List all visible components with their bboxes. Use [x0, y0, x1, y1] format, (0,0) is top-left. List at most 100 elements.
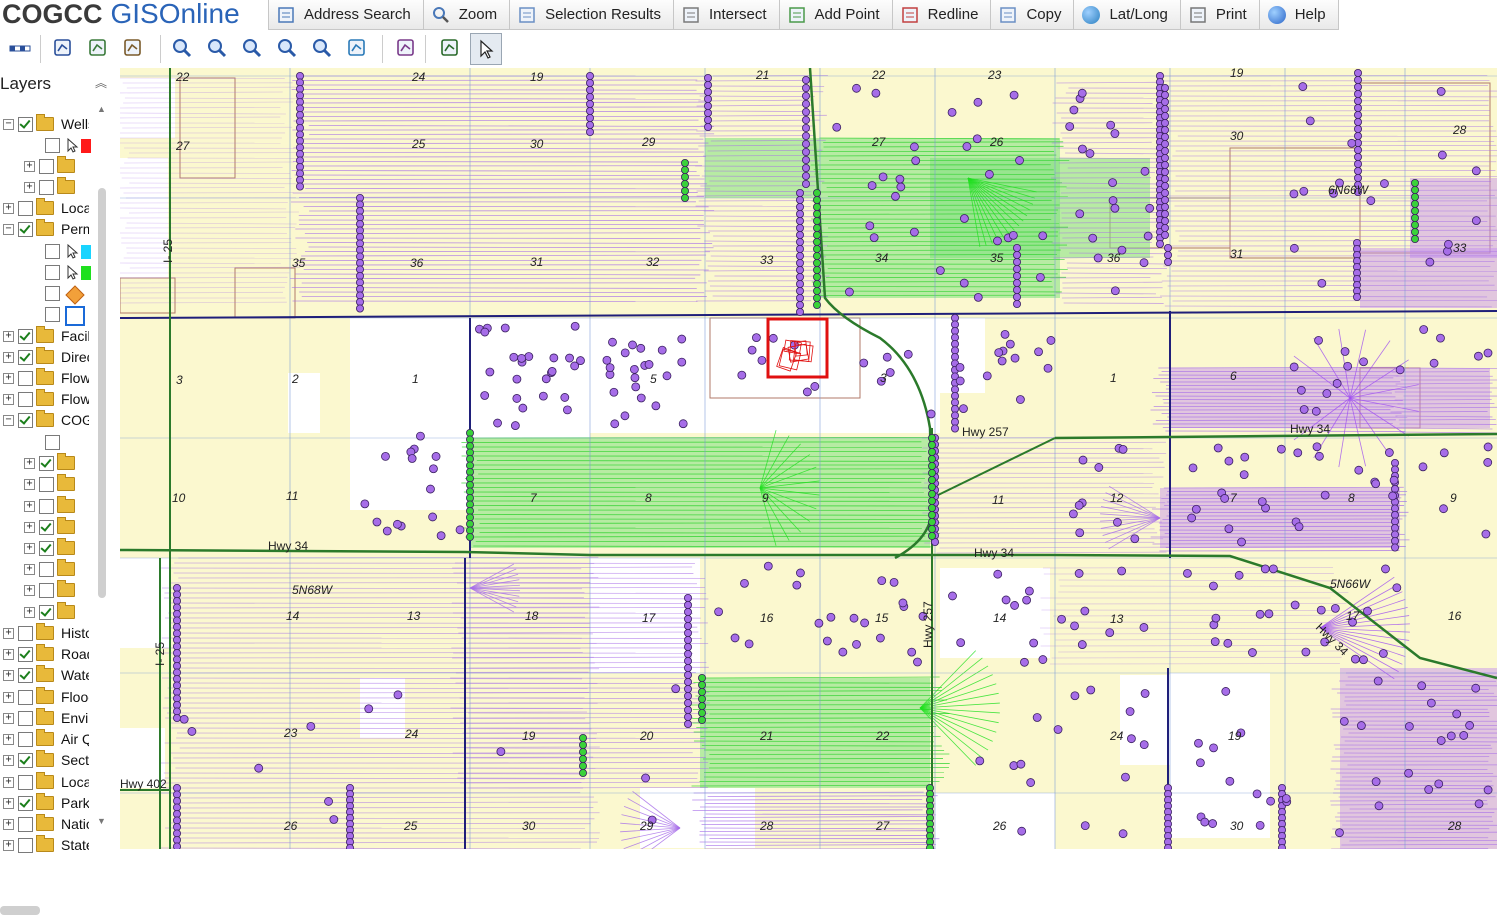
- layer-row[interactable]: +Flood: [3, 687, 89, 707]
- expand-icon[interactable]: +: [3, 352, 14, 363]
- expand-icon[interactable]: +: [24, 522, 35, 533]
- layer-row[interactable]: +: [24, 559, 82, 579]
- scale-bar-tool[interactable]: [6, 34, 34, 62]
- menu-intersect[interactable]: Intersect: [674, 0, 780, 29]
- layer-row[interactable]: +: [24, 517, 82, 537]
- layer-checkbox[interactable]: [45, 307, 60, 322]
- layer-checkbox[interactable]: [39, 477, 54, 492]
- layer-checkbox[interactable]: [45, 435, 60, 450]
- full-extent-tool[interactable]: [343, 34, 371, 62]
- layer-row[interactable]: +: [24, 496, 82, 516]
- expand-icon[interactable]: +: [3, 819, 14, 830]
- layer-checkbox[interactable]: [18, 753, 33, 768]
- layer-checkbox[interactable]: [18, 117, 33, 132]
- layer-checkbox[interactable]: [45, 244, 60, 259]
- zoom-box-tool[interactable]: [168, 34, 196, 62]
- layer-checkbox[interactable]: [18, 690, 33, 705]
- layer-checkbox[interactable]: [18, 392, 33, 407]
- expand-icon[interactable]: +: [3, 777, 14, 788]
- layer-row[interactable]: +: [24, 453, 82, 473]
- layer-checkbox[interactable]: [18, 775, 33, 790]
- layer-row[interactable]: +Historic: [3, 623, 89, 643]
- expand-icon[interactable]: +: [3, 670, 14, 681]
- layer-row[interactable]: +: [24, 474, 82, 494]
- expand-icon[interactable]: +: [3, 394, 14, 405]
- edit-tool[interactable]: [119, 34, 147, 62]
- layer-row[interactable]: +: [24, 177, 82, 197]
- select-features-tool[interactable]: [392, 34, 420, 62]
- layer-checkbox[interactable]: [39, 605, 54, 620]
- expand-icon[interactable]: +: [24, 182, 35, 193]
- layer-checkbox[interactable]: [18, 350, 33, 365]
- collapse-icon[interactable]: −: [3, 119, 14, 130]
- layer-row[interactable]: +Environmental: [3, 708, 89, 728]
- layer-checkbox[interactable]: [18, 413, 33, 428]
- layer-row[interactable]: +National: [3, 814, 89, 834]
- layer-checkbox[interactable]: [18, 732, 33, 747]
- vertical-scrollbar[interactable]: [98, 188, 106, 598]
- scroll-down-icon[interactable]: ▼: [97, 816, 106, 826]
- layer-checkbox[interactable]: [39, 541, 54, 556]
- layer-checkbox[interactable]: [18, 817, 33, 832]
- identify-tool[interactable]: [84, 34, 112, 62]
- layer-row[interactable]: +: [24, 602, 82, 622]
- layer-checkbox[interactable]: [39, 456, 54, 471]
- layer-row[interactable]: [45, 241, 93, 261]
- collapse-icon[interactable]: −: [3, 224, 14, 235]
- layer-checkbox[interactable]: [18, 626, 33, 641]
- expand-icon[interactable]: +: [24, 161, 35, 172]
- layer-checkbox[interactable]: [18, 647, 33, 662]
- layer-checkbox[interactable]: [39, 159, 54, 174]
- layer-row[interactable]: [45, 304, 85, 324]
- expand-icon[interactable]: +: [24, 564, 35, 575]
- layer-row[interactable]: +Sections: [3, 750, 89, 770]
- layer-row[interactable]: +Facilities: [3, 326, 89, 346]
- expand-icon[interactable]: +: [3, 798, 14, 809]
- layer-checkbox[interactable]: [39, 583, 54, 598]
- expand-icon[interactable]: +: [3, 373, 14, 384]
- layer-row[interactable]: +Locations: [3, 198, 89, 218]
- menu-redline[interactable]: Redline: [893, 0, 992, 29]
- layer-row[interactable]: +: [24, 156, 82, 176]
- expand-icon[interactable]: +: [24, 501, 35, 512]
- layer-checkbox[interactable]: [39, 499, 54, 514]
- layer-row[interactable]: +: [24, 580, 82, 600]
- layer-checkbox[interactable]: [18, 711, 33, 726]
- layer-checkbox[interactable]: [39, 520, 54, 535]
- layer-checkbox[interactable]: [45, 286, 60, 301]
- layer-checkbox[interactable]: [45, 138, 60, 153]
- layer-row[interactable]: +Flowlines: [3, 368, 89, 388]
- layer-row[interactable]: −Permits: [3, 219, 89, 239]
- layer-checkbox[interactable]: [39, 562, 54, 577]
- menu-zoom[interactable]: Zoom: [424, 0, 510, 29]
- layer-checkbox[interactable]: [18, 838, 33, 853]
- expand-icon[interactable]: +: [3, 203, 14, 214]
- layer-row[interactable]: +Local: [3, 772, 89, 792]
- layer-checkbox[interactable]: [18, 201, 33, 216]
- expand-icon[interactable]: +: [24, 585, 35, 596]
- menu-copy[interactable]: Copy: [991, 0, 1074, 29]
- horizontal-scrollbar[interactable]: [0, 906, 40, 915]
- zoom-previous-tool[interactable]: [273, 34, 301, 62]
- layer-row[interactable]: −COGCC: [3, 410, 89, 430]
- expand-icon[interactable]: +: [24, 607, 35, 618]
- collapse-panel-icon[interactable]: ︽: [94, 76, 108, 90]
- layer-row[interactable]: [45, 135, 93, 155]
- zoom-out-tool[interactable]: [238, 34, 266, 62]
- layer-checkbox[interactable]: [45, 265, 60, 280]
- expand-icon[interactable]: +: [3, 713, 14, 724]
- layer-row[interactable]: +State: [3, 835, 89, 855]
- layer-row[interactable]: +: [24, 538, 82, 558]
- layer-row[interactable]: +Parks: [3, 793, 89, 813]
- layer-checkbox[interactable]: [18, 329, 33, 344]
- expand-icon[interactable]: +: [24, 458, 35, 469]
- layer-checkbox[interactable]: [18, 668, 33, 683]
- zoom-next-tool[interactable]: [308, 34, 336, 62]
- layer-row[interactable]: +Water: [3, 665, 89, 685]
- menu-selection-results[interactable]: Selection Results: [510, 0, 674, 29]
- layer-row[interactable]: [45, 432, 63, 452]
- scroll-up-icon[interactable]: ▲: [97, 104, 106, 114]
- layer-row[interactable]: +Air Quality: [3, 729, 89, 749]
- layer-row[interactable]: [45, 262, 93, 282]
- expand-icon[interactable]: +: [3, 649, 14, 660]
